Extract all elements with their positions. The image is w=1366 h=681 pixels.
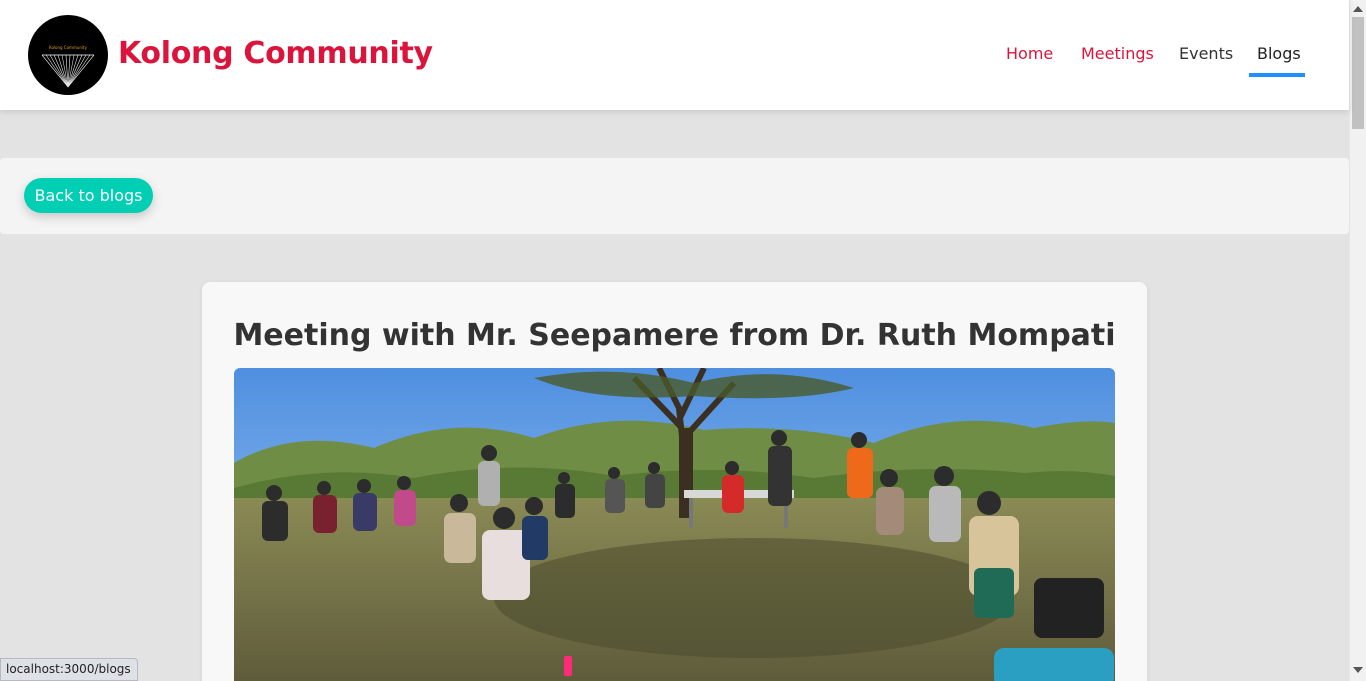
nav-active-underline [1249,73,1305,77]
back-to-blogs-button[interactable]: Back to blogs [24,178,153,213]
scroll-thumb[interactable] [1352,17,1364,129]
nav-blogs-link[interactable]: Blogs [1257,44,1301,63]
back-bar: Back to blogs [0,158,1349,234]
status-bar-url: localhost:3000/blogs [0,658,138,681]
post-photo [234,368,1115,681]
site-brand-title[interactable]: Kolong Community [118,36,433,71]
nav-events-link[interactable]: Events [1179,44,1233,63]
page-scrollbar[interactable] [1349,0,1366,681]
scroll-down-arrow-icon[interactable] [1353,667,1363,673]
nav-home-link[interactable]: Home [1006,44,1053,63]
nav-meetings-link[interactable]: Meetings [1081,44,1154,63]
logo-rays-icon [41,54,95,88]
site-header: Kolong Community Kolong Community Home M… [0,0,1349,110]
scroll-up-arrow-icon[interactable] [1353,6,1363,12]
post-title: Meeting with Mr. Seepamere from Dr. Ruth… [233,318,1116,353]
site-logo[interactable]: Kolong Community [28,15,108,95]
meeting-photo-image [234,368,1115,681]
blog-post-card: Meeting with Mr. Seepamere from Dr. Ruth… [202,282,1147,681]
